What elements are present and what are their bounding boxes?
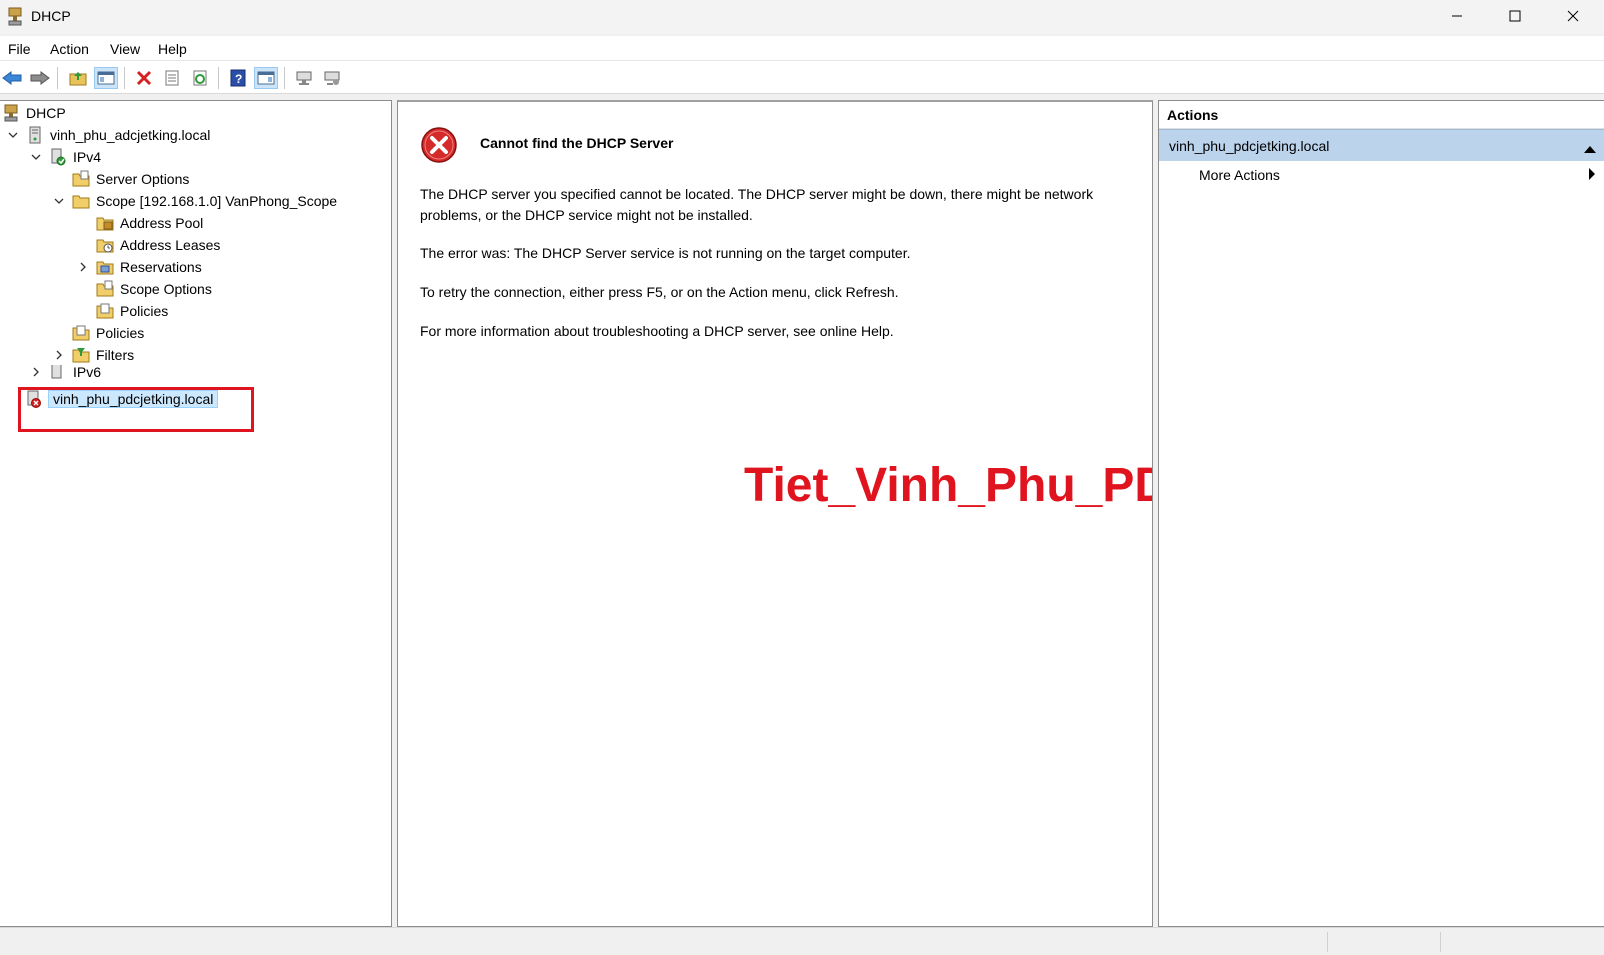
maximize-button[interactable]: [1486, 0, 1544, 32]
collapse-up-icon[interactable]: [1584, 140, 1596, 156]
error-icon: [420, 126, 458, 164]
svg-text:?: ?: [235, 72, 242, 86]
folder-options-icon: [72, 170, 90, 188]
server-icon: [26, 126, 44, 144]
console-tree: DHCP vinh_phu_adcjetking.local IPv4 Serv…: [0, 100, 392, 927]
menu-help[interactable]: Help: [158, 41, 187, 57]
red-highlight-box: [18, 387, 254, 432]
menu-action[interactable]: Action: [50, 41, 89, 57]
forward-button[interactable]: [28, 67, 52, 89]
server-icon[interactable]: [292, 67, 316, 89]
refresh-icon[interactable]: [188, 67, 212, 89]
tree-label: Policies: [120, 303, 169, 319]
policies-icon: [72, 324, 90, 342]
tree-item-policies[interactable]: Policies: [72, 322, 144, 344]
error-description: The DHCP server you specified cannot be …: [420, 186, 1094, 223]
ipv4-icon: [49, 148, 67, 166]
chevron-down-icon[interactable]: [29, 150, 43, 164]
help-icon[interactable]: ?: [226, 67, 250, 89]
tree-item-scope-options[interactable]: Scope Options: [96, 278, 212, 300]
show-action-pane-button[interactable]: [254, 67, 278, 89]
result-pane: Cannot find the DHCP Server The DHCP ser…: [397, 100, 1153, 927]
ipv6-icon: [49, 365, 67, 379]
tree-item-address-leases[interactable]: Address Leases: [96, 234, 220, 256]
server-settings-icon[interactable]: [320, 67, 344, 89]
actions-header: Actions: [1159, 101, 1604, 129]
tree-item-scope-policies[interactable]: Policies: [96, 300, 168, 322]
window-title: DHCP: [31, 8, 71, 24]
tree-item-filters[interactable]: Filters: [52, 344, 134, 366]
tree-label: Filters: [96, 347, 135, 363]
error-title: Cannot find the DHCP Server: [480, 135, 674, 151]
close-button[interactable]: [1544, 0, 1602, 32]
help-reference: For more information about troubleshooti…: [420, 323, 894, 339]
error-detail: The error was: The DHCP Server service i…: [420, 245, 911, 261]
tree-label: Policies: [96, 325, 145, 341]
menu-view[interactable]: View: [110, 41, 140, 57]
address-leases-icon: [96, 236, 114, 254]
folder-icon: [72, 192, 90, 210]
tree-item-server1[interactable]: vinh_phu_adcjetking.local: [6, 124, 210, 146]
toolbar: ?: [0, 60, 1604, 94]
tree-item-dhcp[interactable]: DHCP: [2, 102, 66, 124]
more-actions-item[interactable]: More Actions: [1199, 167, 1280, 183]
tree-label: vinh_phu_adcjetking.local: [50, 127, 211, 143]
actions-group-label: vinh_phu_pdcjetking.local: [1169, 138, 1330, 154]
tree-label: Address Pool: [120, 215, 204, 231]
tree-item-reservations[interactable]: Reservations: [76, 256, 202, 278]
tree-label: Scope [192.168.1.0] VanPhong_Scope: [96, 193, 338, 209]
minimize-button[interactable]: [1428, 0, 1486, 32]
properties-icon[interactable]: [160, 67, 184, 89]
tree-label: Address Leases: [120, 237, 221, 253]
chevron-right-icon[interactable]: [29, 365, 43, 379]
tree-item-ipv6[interactable]: IPv6: [29, 365, 101, 379]
filters-icon: [72, 346, 90, 364]
show-hide-console-tree-button[interactable]: [94, 67, 118, 89]
actions-group-header[interactable]: vinh_phu_pdcjetking.local: [1159, 129, 1604, 161]
tree-label: Scope Options: [120, 281, 212, 297]
tree-label: IPv4: [73, 149, 102, 165]
status-bar: [0, 927, 1604, 955]
policies-icon: [96, 302, 114, 320]
menu-bar: File Action View Help: [0, 36, 1604, 60]
watermark-text: Tiet_Vinh_Phu_PDC: [744, 459, 1152, 512]
actions-pane: Actions vinh_phu_pdcjetking.local More A…: [1158, 100, 1604, 927]
tree-item-address-pool[interactable]: Address Pool: [96, 212, 203, 234]
delete-icon[interactable]: [132, 67, 156, 89]
menu-file[interactable]: File: [8, 41, 31, 57]
retry-instructions: To retry the connection, either press F5…: [420, 284, 899, 300]
chevron-right-icon[interactable]: [52, 348, 66, 362]
tree-label: DHCP: [26, 105, 66, 121]
submenu-arrow-icon[interactable]: [1588, 167, 1596, 183]
folder-options-icon: [96, 280, 114, 298]
reservations-icon: [96, 258, 114, 276]
dhcp-app-icon: [6, 6, 24, 26]
tree-label: Reservations: [120, 259, 202, 275]
up-folder-icon[interactable]: [66, 67, 90, 89]
tree-label: Server Options: [96, 171, 190, 187]
title-bar: DHCP: [0, 0, 1604, 34]
tree-item-server-options[interactable]: Server Options: [72, 168, 189, 190]
back-button[interactable]: [0, 67, 24, 89]
tree-label: IPv6: [73, 365, 102, 379]
chevron-down-icon[interactable]: [52, 194, 66, 208]
tree-item-scope[interactable]: Scope [192.168.1.0] VanPhong_Scope: [52, 190, 337, 212]
dhcp-root-icon: [2, 104, 20, 122]
tree-item-ipv4[interactable]: IPv4: [29, 146, 101, 168]
address-pool-icon: [96, 214, 114, 232]
chevron-down-icon[interactable]: [6, 128, 20, 142]
chevron-right-icon[interactable]: [76, 260, 90, 274]
